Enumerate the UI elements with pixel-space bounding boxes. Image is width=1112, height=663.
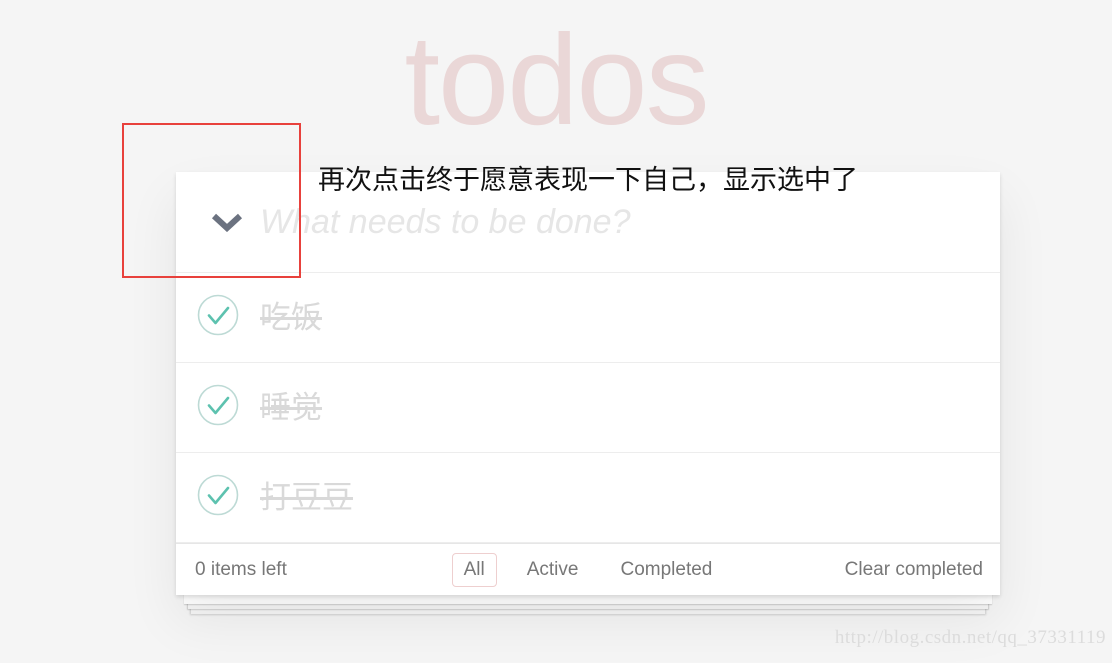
todo-list-item[interactable]: 吃饭 [176, 273, 1000, 363]
filter-link-active[interactable]: Active [515, 553, 591, 587]
todo-toggle-checkbox[interactable] [176, 453, 260, 543]
todo-item-label: 睡觉 [260, 389, 322, 425]
check-circle-icon [197, 384, 239, 431]
todo-toggle-checkbox[interactable] [176, 273, 260, 363]
filter-item-active[interactable]: Active [515, 553, 591, 587]
todo-list-item[interactable]: 睡觉 [176, 363, 1000, 453]
todo-toggle-checkbox[interactable] [176, 363, 260, 453]
clear-completed-button[interactable]: Clear completed [845, 559, 983, 581]
annotation-text: 再次点击终于愿意表现一下自己，显示选中了 [318, 165, 858, 195]
todo-item-label: 吃饭 [260, 299, 322, 335]
filter-link-completed[interactable]: Completed [608, 553, 724, 587]
filter-item-all[interactable]: All [451, 552, 497, 587]
filter-link-all[interactable]: All [451, 552, 497, 587]
todo-app-card: 吃饭 睡觉 [176, 172, 1000, 604]
check-circle-icon [197, 474, 239, 521]
filter-item-completed[interactable]: Completed [608, 553, 724, 587]
check-circle-icon [197, 294, 239, 341]
todo-item-label: 打豆豆 [260, 479, 353, 515]
watermark-url: http://blog.csdn.net/qq_37331119 [834, 627, 1106, 648]
todo-list-item[interactable]: 打豆豆 [176, 453, 1000, 543]
todo-list: 吃饭 睡觉 打豆豆 [176, 273, 1000, 543]
todo-footer: 0 items left All Active Completed Clear … [176, 543, 1000, 595]
page-title: todos [404, 9, 709, 152]
